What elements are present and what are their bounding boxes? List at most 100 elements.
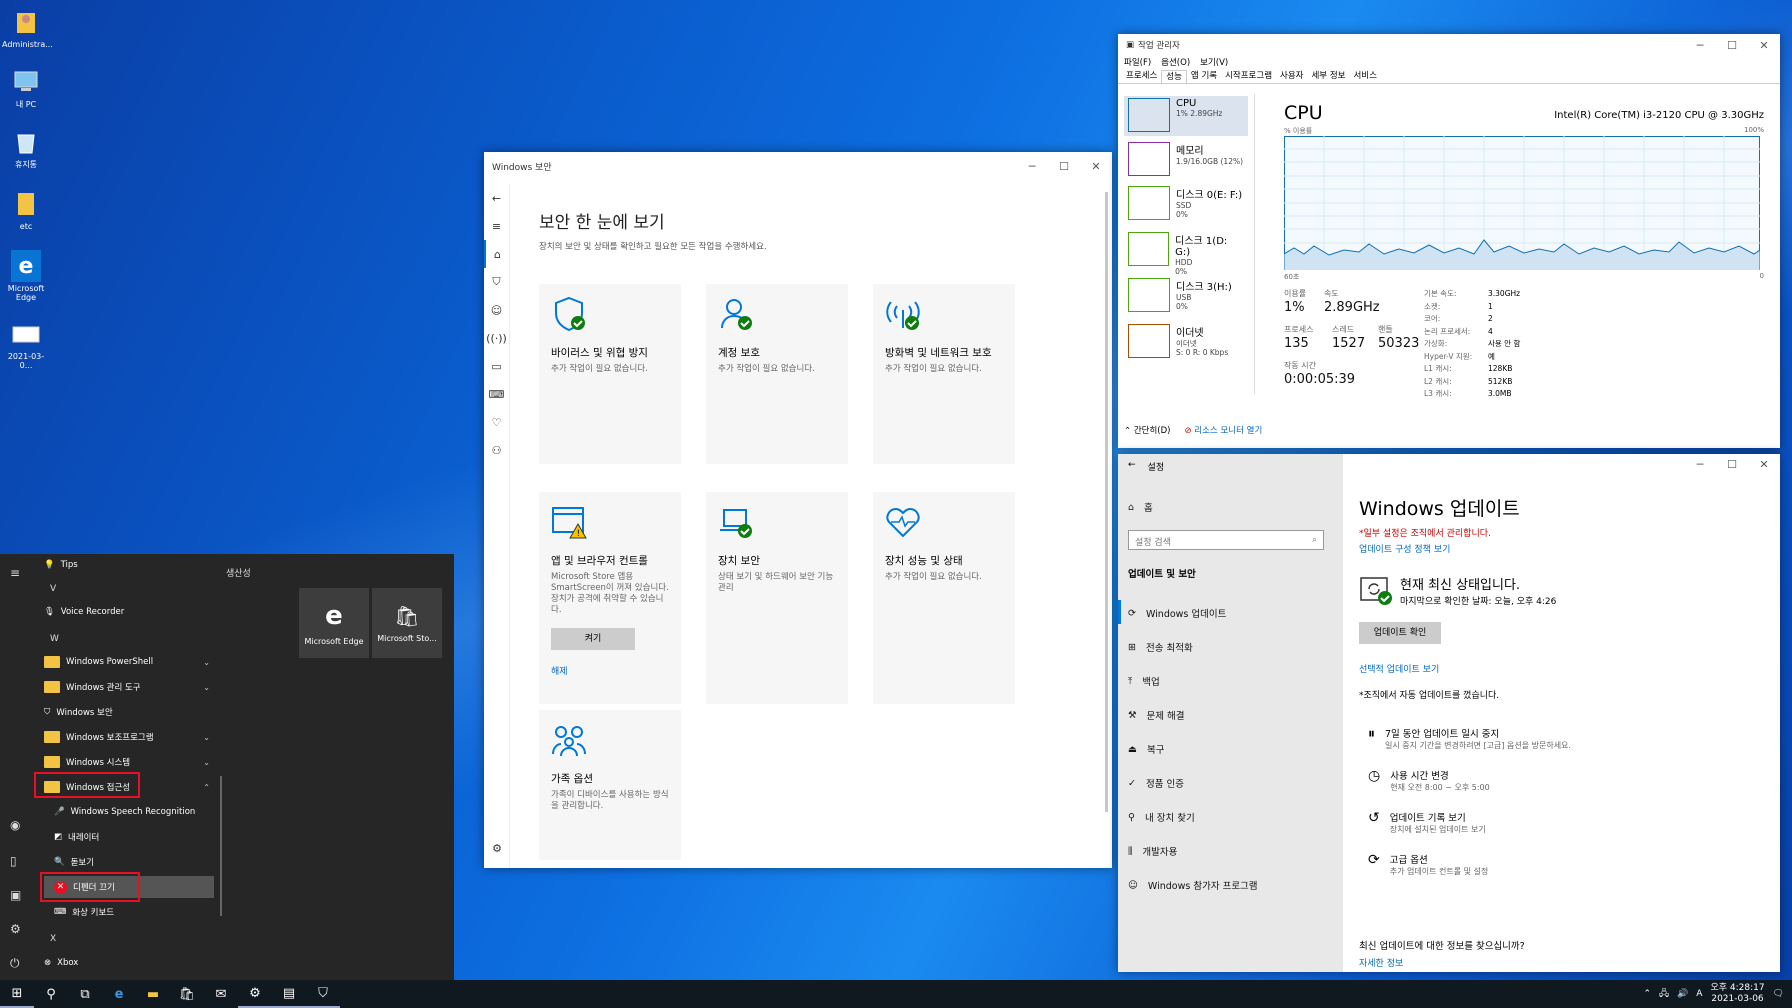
app-onscreen-keyboard[interactable]: ⌨ 화상 키보드 — [54, 901, 220, 923]
nav-home[interactable]: ⌂ 홈 — [1128, 500, 1153, 515]
start-scrollbar[interactable] — [220, 776, 222, 916]
desktop-icon-edge[interactable]: e Microsoft Edge — [2, 250, 50, 302]
network-icon[interactable]: 🖧 — [1659, 986, 1669, 1002]
device-health-card[interactable]: 장치 성능 및 상태 추가 작업이 필요 없습니다. — [873, 492, 1015, 704]
nav-windows-update[interactable]: ⟳ Windows 업데이트 — [1128, 606, 1226, 621]
desktop-icon-etc[interactable]: etc — [2, 188, 50, 231]
letter-header[interactable]: W — [50, 634, 59, 644]
nav-recovery[interactable]: ⏏ 복구 — [1128, 742, 1164, 757]
folder-accessories[interactable]: Windows 보조프로그램 ⌄ — [44, 726, 210, 748]
nav-developers[interactable]: ⫼ 개발자용 — [1128, 844, 1177, 859]
tab-performance[interactable]: 성능 — [1161, 70, 1187, 83]
folder-system[interactable]: Windows 시스템 ⌄ — [44, 751, 210, 773]
nav-troubleshoot[interactable]: ⚒ 문제 해결 — [1128, 708, 1185, 723]
security-taskbar-icon[interactable]: ⛉ — [306, 980, 340, 1008]
app-speech-recognition[interactable]: 🎤 Windows Speech Recognition — [54, 801, 220, 823]
back-icon[interactable]: ← — [484, 184, 509, 212]
perf-cpu[interactable]: CPU 1% 2.89GHz — [1124, 96, 1248, 136]
tab-startup[interactable]: 시작프로그램 — [1221, 70, 1276, 83]
app-magnifier[interactable]: 🔍 돋보기 — [54, 851, 220, 873]
pictures-icon[interactable]: ▣ — [10, 888, 21, 902]
settings-icon[interactable]: ⚙ — [10, 922, 21, 936]
perf-ethernet[interactable]: 이더넷 이더넷 S: 0 R: 0 Kbps — [1124, 322, 1248, 362]
perf-memory[interactable]: 메모리 1.9/16.0GB (12%) — [1124, 140, 1248, 180]
close-button[interactable]: ✕ — [1748, 39, 1780, 52]
task-manager-taskbar-icon[interactable]: ▤ — [272, 980, 306, 1008]
ime-indicator[interactable]: A — [1696, 989, 1702, 999]
network-icon[interactable]: ((·)) — [484, 324, 509, 352]
chevron-up-icon[interactable]: ⌃ — [1643, 989, 1651, 999]
firewall-card[interactable]: 방화벽 및 네트워크 보호 추가 작업이 필요 없습니다. — [873, 284, 1015, 464]
scrollbar[interactable] — [1105, 192, 1108, 812]
nav-insider[interactable]: ☺ Windows 참가자 프로그램 — [1128, 878, 1258, 893]
fewer-details-button[interactable]: ⌃ 간단히(D) — [1124, 424, 1170, 436]
app-windows-security[interactable]: ⛉ Windows 보안 — [44, 701, 210, 723]
settings-gear-icon[interactable]: ⚙ — [484, 834, 510, 862]
desktop-icon-user[interactable]: Administra... — [2, 6, 53, 49]
tab-users[interactable]: 사용자 — [1276, 70, 1307, 83]
task-view-icon[interactable]: ⧉ — [68, 980, 102, 1008]
hamburger-icon[interactable]: ≡ — [10, 566, 20, 580]
device-security-card[interactable]: 장치 보안 상태 보기 및 하드웨어 보안 기능 관리 — [706, 492, 848, 704]
file-explorer-icon[interactable]: ▬ — [136, 980, 170, 1008]
mail-icon[interactable]: ✉ — [204, 980, 238, 1008]
back-icon[interactable]: ← — [1128, 460, 1136, 473]
volume-icon[interactable]: 🔊 — [1677, 989, 1688, 999]
tab-details[interactable]: 세부 정보 — [1307, 70, 1349, 83]
turn-on-button[interactable]: 켜기 — [551, 628, 635, 650]
tile-edge[interactable]: e Microsoft Edge — [299, 588, 369, 658]
menu-options[interactable]: 옵션(O) — [1161, 56, 1190, 70]
advanced-options[interactable]: ⟳ 고급 옵션 추가 업데이트 컨트롤 및 설정 — [1368, 852, 1488, 877]
check-updates-button[interactable]: 업데이트 확인 — [1359, 622, 1441, 644]
nav-find-my-device[interactable]: ⚲ 내 장치 찾기 — [1128, 810, 1195, 825]
active-hours-option[interactable]: ◷ 사용 시간 변경 현재 오전 8:00 ~ 오후 5:00 — [1368, 768, 1490, 793]
app-xbox[interactable]: ⊗ Xbox — [44, 952, 210, 974]
folder-powershell[interactable]: Windows PowerShell ⌄ — [44, 651, 210, 673]
settings-search-input[interactable]: 설정 검색 ⌕ — [1128, 530, 1324, 550]
pause-updates-option[interactable]: ⏸ 7일 동안 업데이트 일시 중지 일시 중지 기간을 변경하려면 [고급] 옵션… — [1368, 726, 1571, 751]
update-history-option[interactable]: ↺ 업데이트 기록 보기 장치에 설치된 업데이트 보기 — [1368, 810, 1486, 835]
documents-icon[interactable]: ▯ — [10, 854, 17, 868]
perf-disk1[interactable]: 디스크 1(D: G:) HDD 0% — [1124, 230, 1248, 276]
close-button[interactable]: ✕ — [1080, 160, 1112, 173]
app-browser-card[interactable]: ! 앱 및 브라우저 컨트롤 Microsoft Store 앱용 SmartS… — [539, 492, 681, 704]
family-icon[interactable]: ⚇ — [484, 436, 509, 464]
resource-monitor-link[interactable]: ⊘ 리소스 모니터 열기 — [1184, 424, 1262, 436]
minimize-button[interactable]: ─ — [1016, 160, 1048, 173]
tab-app-history[interactable]: 앱 기록 — [1187, 70, 1221, 83]
app-narrator[interactable]: ◩ 내레이터 — [54, 826, 220, 848]
menu-file[interactable]: 파일(F) — [1124, 56, 1151, 70]
person-icon[interactable]: ☺ — [484, 296, 509, 324]
shield-icon[interactable]: ⛉ — [484, 268, 509, 296]
clock[interactable]: 오후 4:28:17 2021-03-06 — [1710, 983, 1764, 1005]
optional-updates-link[interactable]: 선택적 업데이트 보기 — [1359, 662, 1439, 675]
letter-header[interactable]: X — [50, 934, 56, 944]
desktop-icon-this-pc[interactable]: 내 PC — [2, 66, 50, 109]
desktop-icon-recycle-bin[interactable]: 휴지통 — [2, 126, 50, 169]
perf-disk3[interactable]: 디스크 3(H:) USB 0% — [1124, 276, 1248, 316]
notification-icon[interactable]: 🗨 — [1773, 989, 1784, 999]
menu-view[interactable]: 보기(V) — [1200, 56, 1228, 70]
app-voice-recorder[interactable]: 🎙 Voice Recorder — [44, 601, 210, 623]
nav-backup[interactable]: ⤒ 백업 — [1128, 674, 1160, 689]
app-tips[interactable]: 💡 Tips — [44, 554, 210, 576]
home-icon[interactable]: ⌂ — [484, 240, 509, 268]
family-options-card[interactable]: 가족 옵션 가족이 디바이스를 사용하는 방식을 관리합니다. — [539, 710, 681, 860]
tab-services[interactable]: 서비스 — [1349, 70, 1380, 83]
user-avatar-icon[interactable]: ◉ — [10, 818, 20, 832]
nav-delivery-optimization[interactable]: ⊞ 전송 최적화 — [1128, 640, 1193, 655]
desktop-icon-screenshot[interactable]: 2021-03-0... — [2, 318, 50, 370]
close-button[interactable]: ✕ — [1748, 458, 1780, 471]
maximize-button[interactable]: ☐ — [1716, 39, 1748, 52]
edge-taskbar-icon[interactable]: e — [102, 980, 136, 1008]
maximize-button[interactable]: ☐ — [1716, 458, 1748, 471]
tab-processes[interactable]: 프로세스 — [1122, 70, 1161, 83]
menu-icon[interactable]: ≡ — [484, 212, 509, 240]
power-icon[interactable]: ⏻ — [10, 956, 20, 971]
search-icon[interactable]: ⚲ — [34, 980, 68, 1008]
app-browser-icon[interactable]: ▭ — [484, 352, 509, 380]
minimize-button[interactable]: ─ — [1684, 39, 1716, 52]
nav-activation[interactable]: ✓ 정품 인증 — [1128, 776, 1184, 791]
letter-header[interactable]: V — [50, 584, 56, 594]
folder-admin-tools[interactable]: Windows 관리 도구 ⌄ — [44, 676, 210, 698]
